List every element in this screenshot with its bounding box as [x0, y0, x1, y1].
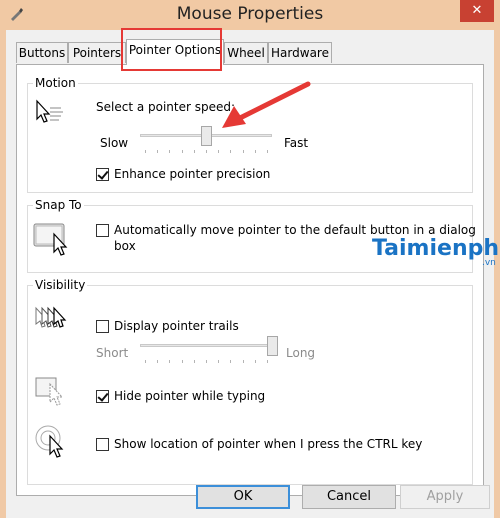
slider-tick — [181, 360, 183, 363]
pointer-speed-slider-thumb[interactable] — [200, 126, 212, 146]
slider-tick — [267, 360, 268, 363]
slider-tick — [157, 360, 159, 363]
watermark-logo: Taimienphi .vn — [372, 236, 500, 268]
pointer-speed-ticks — [145, 150, 268, 154]
tab-wheel[interactable]: Wheel — [224, 42, 268, 63]
trails-length-track[interactable] — [140, 344, 272, 347]
slider-tick — [218, 150, 220, 153]
slider-tick — [145, 360, 146, 363]
visibility-group-label: Visibility — [33, 278, 88, 292]
pointer-speed-label: Select a pointer speed: — [96, 100, 236, 114]
slider-tick — [230, 360, 232, 363]
slider-tick — [169, 150, 171, 153]
slider-tick — [206, 150, 207, 153]
slider-tick — [145, 150, 146, 153]
slider-tick — [218, 360, 220, 363]
slider-tick — [254, 150, 256, 153]
tab-hardware[interactable]: Hardware — [268, 42, 332, 63]
apply-button[interactable]: Apply — [400, 485, 490, 509]
slow-label: Slow — [100, 136, 129, 150]
hide-pointer-label: Hide pointer while typing — [114, 389, 266, 403]
snap-to-label-line2: box — [114, 239, 136, 253]
title-bar: Mouse Properties ✕ — [0, 0, 500, 30]
slider-tick — [267, 150, 268, 153]
short-label: Short — [96, 346, 129, 360]
cancel-button[interactable]: Cancel — [302, 485, 396, 509]
visibility-group: Visibility Display pointer trails Short … — [27, 278, 473, 485]
pointer-trails-icon — [35, 306, 67, 328]
tab-buttons[interactable]: Buttons — [16, 42, 68, 63]
hide-pointer-checkbox[interactable] — [96, 390, 109, 403]
long-label: Long — [286, 346, 316, 360]
pointer-trails-label: Display pointer trails — [114, 319, 239, 333]
slider-tick — [169, 360, 171, 363]
pointer-speed-icon — [36, 99, 63, 123]
enhance-precision-checkbox[interactable] — [96, 168, 109, 181]
show-location-checkbox[interactable] — [96, 438, 109, 451]
watermark-brand: Taimienphi — [372, 236, 500, 261]
enhance-precision-label: Enhance pointer precision — [114, 167, 271, 181]
window-title: Mouse Properties — [176, 4, 324, 24]
slider-tick — [242, 360, 244, 363]
slider-tick — [206, 360, 207, 363]
slider-tick — [230, 150, 232, 153]
ok-button[interactable]: OK — [196, 485, 290, 509]
snap-to-checkbox[interactable] — [96, 224, 109, 237]
slider-tick — [193, 360, 195, 363]
show-location-icon — [35, 425, 64, 458]
hide-pointer-icon — [35, 377, 64, 406]
snap-to-group-label: Snap To — [33, 198, 84, 212]
show-location-label: Show location of pointer when I press th… — [114, 437, 423, 451]
slider-tick — [242, 150, 244, 153]
snap-to-button-icon — [33, 223, 68, 256]
close-button[interactable]: ✕ — [460, 0, 494, 22]
trails-length-slider-thumb[interactable] — [266, 336, 278, 356]
annotation-arrow — [222, 81, 311, 128]
pointer-trails-checkbox[interactable] — [96, 320, 109, 333]
trails-length-ticks — [145, 360, 268, 364]
slider-tick — [181, 150, 183, 153]
snap-to-label-line1: Automatically move pointer to the defaul… — [114, 223, 476, 237]
slider-tick — [157, 150, 159, 153]
slider-tick — [193, 150, 195, 153]
fast-label: Fast — [284, 136, 309, 150]
motion-group-label: Motion — [33, 76, 78, 90]
slider-tick — [254, 360, 256, 363]
watermark-suffix: .vn — [482, 258, 496, 268]
pointer-options-tab-highlight — [121, 28, 222, 71]
tab-pointers[interactable]: Pointers — [68, 42, 126, 63]
